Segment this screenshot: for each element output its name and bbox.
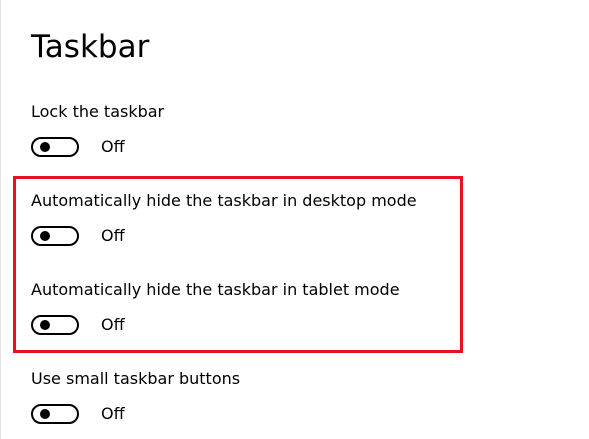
toggle-row: Off	[31, 404, 125, 424]
window-left-border	[0, 0, 1, 439]
toggle-state-label: Off	[101, 137, 125, 156]
setting-auto-hide-desktop: Automatically hide the taskbar in deskto…	[31, 191, 417, 246]
setting-label: Use small taskbar buttons	[31, 369, 241, 388]
toggle-knob	[40, 320, 50, 330]
toggle-row: Off	[31, 315, 125, 335]
toggle-knob	[40, 231, 50, 241]
toggle-row: Off	[31, 137, 125, 157]
setting-small-buttons: Use small taskbar buttons Off	[31, 369, 241, 424]
small-buttons-toggle[interactable]	[31, 404, 79, 424]
setting-label: Automatically hide the taskbar in tablet…	[31, 280, 400, 299]
toggle-knob	[40, 142, 50, 152]
toggle-state-label: Off	[101, 315, 125, 334]
setting-label: Automatically hide the taskbar in deskto…	[31, 191, 417, 210]
lock-taskbar-toggle[interactable]	[31, 137, 79, 157]
setting-lock-taskbar: Lock the taskbar Off	[31, 102, 165, 157]
toggle-state-label: Off	[101, 226, 125, 245]
toggle-state-label: Off	[101, 404, 125, 423]
setting-auto-hide-tablet: Automatically hide the taskbar in tablet…	[31, 280, 400, 335]
page-title: Taskbar	[31, 29, 150, 65]
toggle-knob	[40, 409, 50, 419]
toggle-row: Off	[31, 226, 125, 246]
setting-label: Lock the taskbar	[31, 102, 165, 121]
auto-hide-tablet-toggle[interactable]	[31, 315, 79, 335]
auto-hide-desktop-toggle[interactable]	[31, 226, 79, 246]
